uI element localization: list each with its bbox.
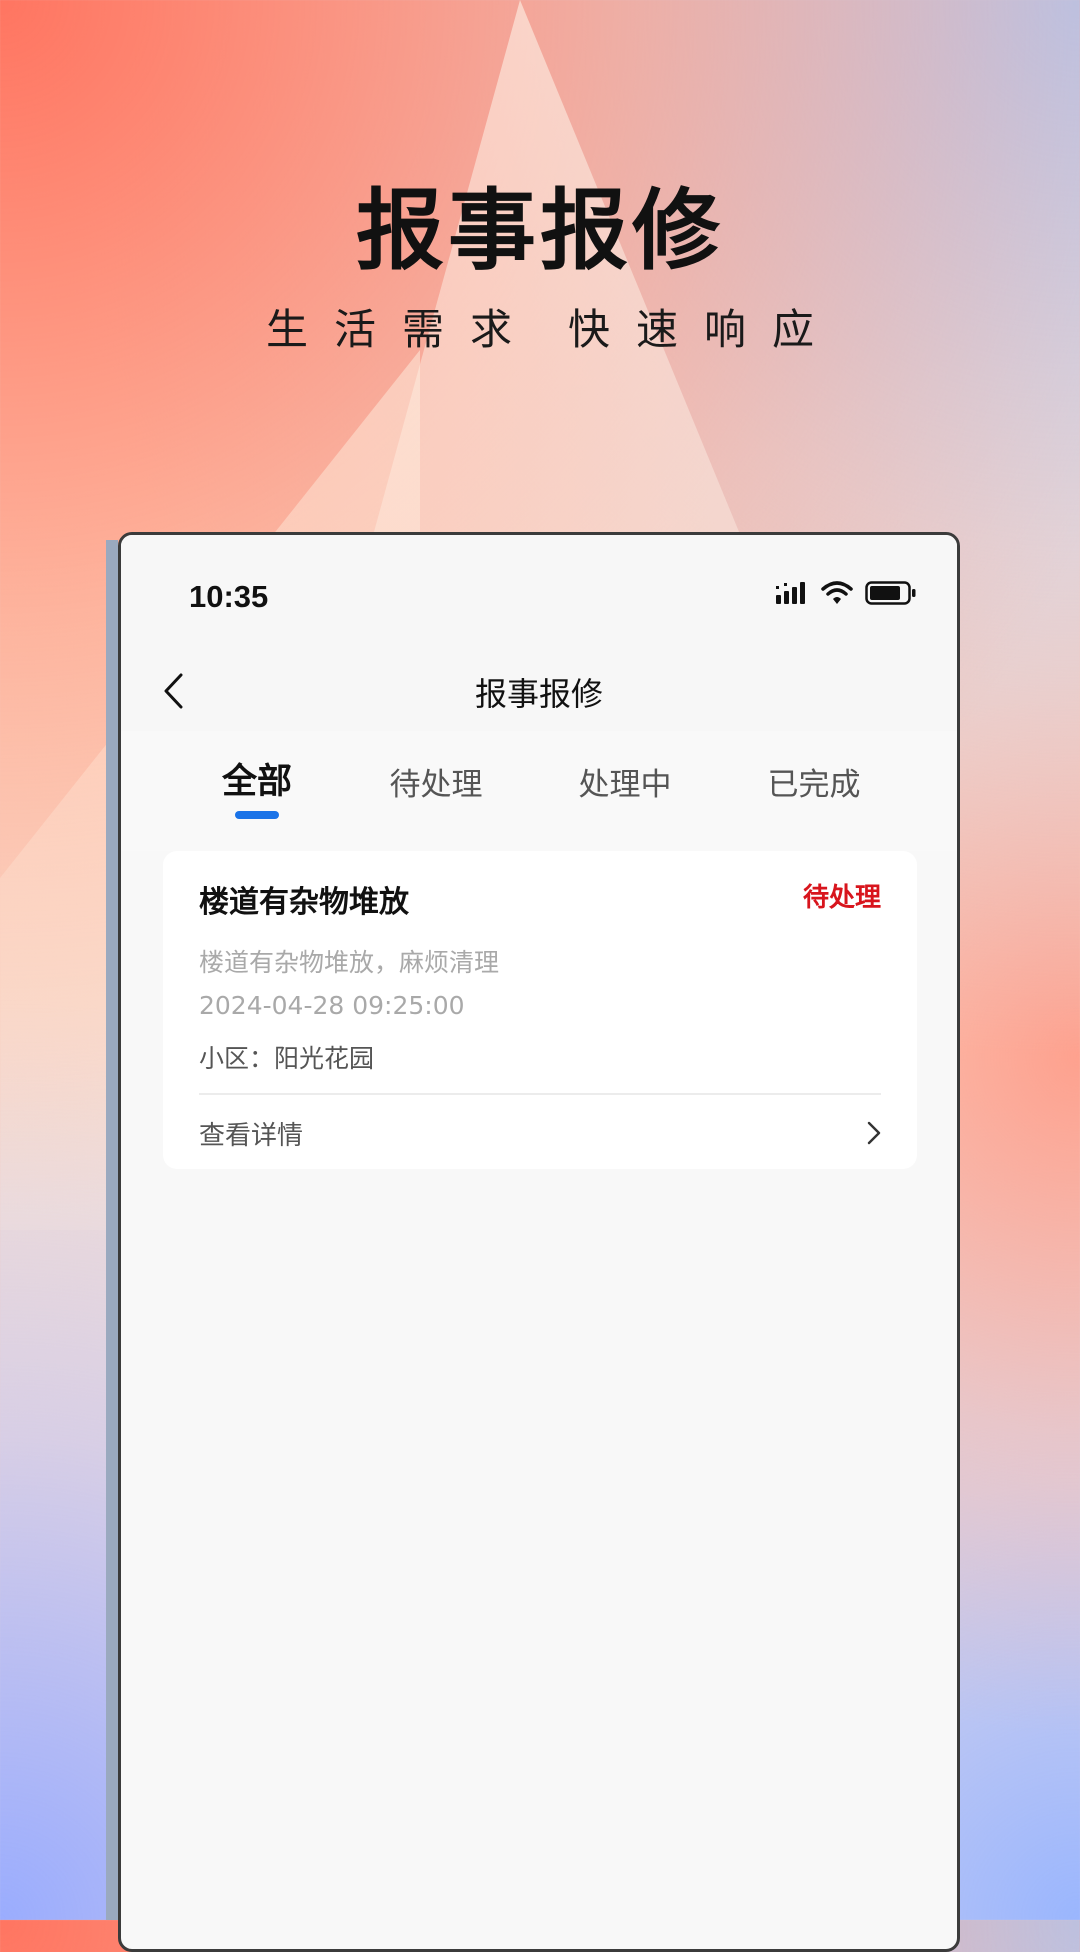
repair-record-card[interactable]: 楼道有杂物堆放 待处理 楼道有杂物堆放，麻烦清理 2024-04-28 09:2… [163,851,917,1169]
record-time: 2024-04-28 09:25:00 [199,991,465,1020]
hero-title: 报事报修 [355,178,724,282]
status-tabs: 全部 待处理 处理中 已完成 [121,731,957,851]
status-badge: 待处理 [802,883,881,913]
page-title: 报事报修 [474,675,603,713]
chevron-right-icon [867,1121,881,1145]
tab-processing[interactable]: 处理中 [570,759,680,804]
record-community: 小区：阳光花园 [199,1039,374,1075]
status-time: 10:35 [189,579,269,614]
battery-icon [865,581,916,605]
status-bar: 10:35 [121,535,957,651]
hero-subtitle: 生活需求 快速响应 [0,296,1080,357]
tab-active-indicator [235,811,279,819]
tab-pending[interactable]: 待处理 [381,759,491,804]
card-divider [199,1093,881,1095]
tab-completed[interactable]: 已完成 [759,759,869,804]
tab-all[interactable]: 全部 [217,753,297,804]
signal-icon [776,582,805,604]
record-title: 楼道有杂物堆放 [199,885,409,920]
phone-mockup: 10:35 报事报修 全部 待处理 处理中 已完成 楼道有杂物堆放 待处理 楼道… [118,532,960,1952]
navbar: 报事报修 [121,651,957,731]
community-value: 阳光花园 [274,1044,375,1073]
record-description: 楼道有杂物堆放，麻烦清理 [199,948,500,977]
community-label: 小区： [199,1044,275,1073]
status-icons [775,581,917,605]
wifi-icon [821,581,853,604]
hero-subtitle-left: 生活需求 [265,305,538,354]
phone-shadow [106,540,118,1920]
hero-subtitle-right: 快速响应 [568,305,841,354]
view-detail-label: 查看详情 [199,1120,304,1151]
view-detail-row[interactable]: 查看详情 [199,1111,881,1155]
